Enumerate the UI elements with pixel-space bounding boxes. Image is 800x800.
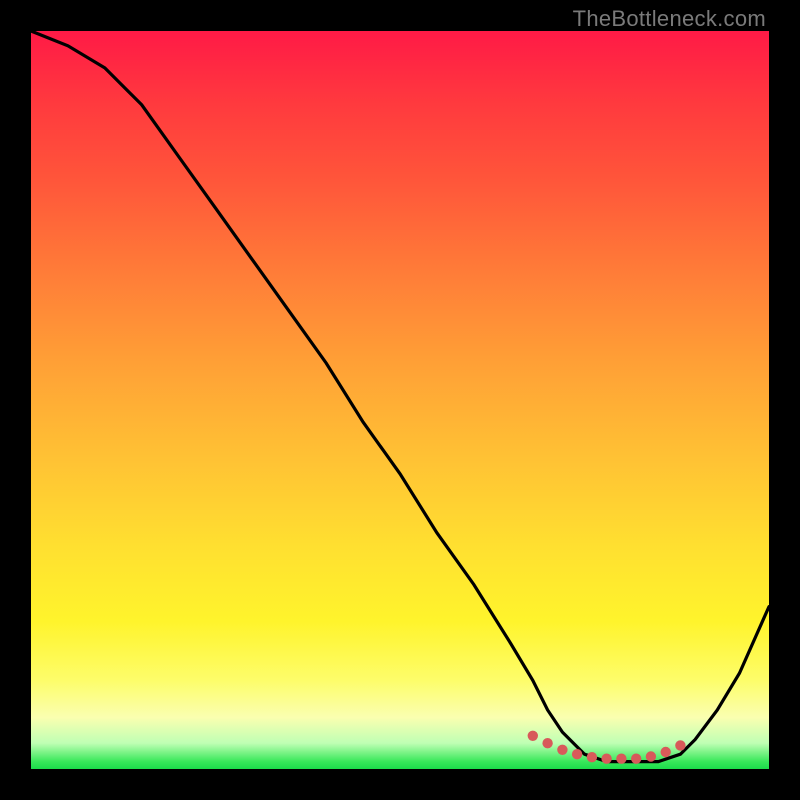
bottleneck-curve-line <box>31 31 769 762</box>
chart-svg <box>31 31 769 769</box>
marker-dot <box>572 749 582 759</box>
marker-dot <box>587 752 597 762</box>
marker-dot <box>616 754 626 764</box>
chart-plot-area <box>31 31 769 769</box>
chart-frame: TheBottleneck.com <box>0 0 800 800</box>
marker-dot <box>631 754 641 764</box>
watermark-text: TheBottleneck.com <box>573 6 766 32</box>
marker-dot <box>661 747 671 757</box>
marker-dot <box>557 745 567 755</box>
marker-dot <box>646 751 656 761</box>
marker-dot <box>675 740 685 750</box>
marker-dot <box>601 754 611 764</box>
marker-dot <box>528 731 538 741</box>
marker-dot <box>542 738 552 748</box>
